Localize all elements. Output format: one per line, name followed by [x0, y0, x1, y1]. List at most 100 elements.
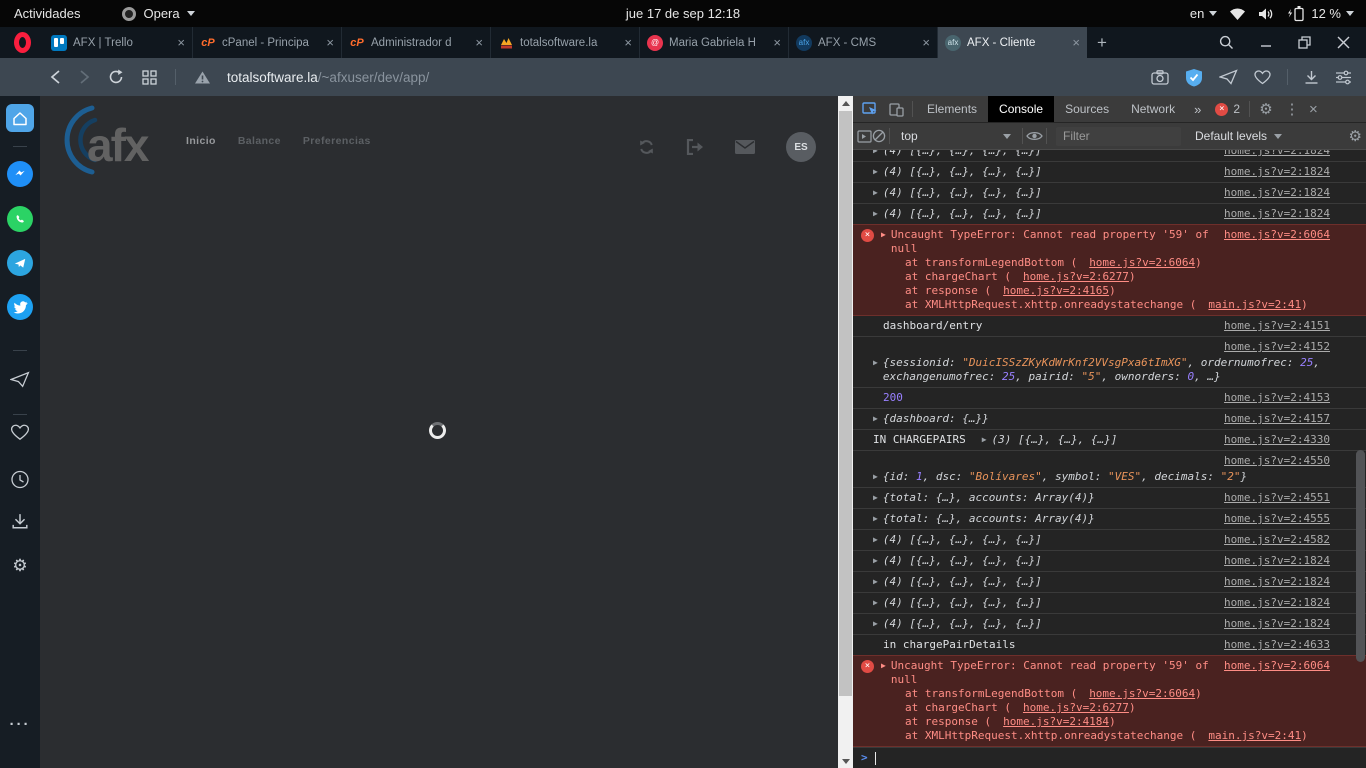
- source-link[interactable]: home.js?v=2:4551: [1212, 491, 1330, 505]
- console-row[interactable]: ▶(4) [{…}, {…}, {…}, {…}]home.js?v=2:182…: [853, 150, 1366, 161]
- logout-icon[interactable]: [686, 139, 704, 155]
- source-link[interactable]: home.js?v=2:6064: [1212, 228, 1330, 256]
- console-scrollbar-thumb[interactable]: [1356, 450, 1365, 662]
- source-link[interactable]: home.js?v=2:1824: [1212, 554, 1330, 568]
- source-link[interactable]: home.js?v=2:4165: [991, 284, 1109, 297]
- refresh-icon[interactable]: [638, 139, 655, 155]
- afx-logo[interactable]: afx: [62, 104, 154, 178]
- console-row[interactable]: ▶{dashboard: {…}}home.js?v=2:4157: [853, 408, 1366, 429]
- nav-preferencias[interactable]: Preferencias: [303, 135, 371, 147]
- sidebar-messenger-button[interactable]: [7, 161, 33, 187]
- tab-afx-cliente-active[interactable]: afx AFX - Cliente ×: [938, 27, 1087, 58]
- source-link[interactable]: home.js?v=2:4151: [1212, 319, 1330, 333]
- bookmark-heart-icon[interactable]: [1254, 70, 1271, 85]
- expand-caret[interactable]: ▶: [873, 512, 878, 526]
- source-link[interactable]: home.js?v=2:1824: [1212, 186, 1330, 200]
- console-filter-input[interactable]: [1056, 127, 1181, 146]
- sidebar-my-flow-button[interactable]: [10, 371, 30, 388]
- scroll-up-arrow[interactable]: [838, 96, 853, 110]
- devtools-menu-dots-icon[interactable]: ⋮: [1279, 96, 1305, 122]
- source-link[interactable]: main.js?v=2:41: [1196, 298, 1301, 311]
- console-row[interactable]: ×▶Uncaught TypeError: Cannot read proper…: [853, 655, 1366, 747]
- vpn-shield-badge[interactable]: [1185, 68, 1203, 87]
- forward-button[interactable]: [79, 69, 90, 85]
- console-row[interactable]: home.js?v=2:4152▶{sessionid: "DuicISSzZK…: [853, 336, 1366, 387]
- source-link[interactable]: main.js?v=2:41: [1196, 729, 1301, 742]
- sidebar-downloads-button[interactable]: [12, 513, 29, 530]
- tab-close-icon[interactable]: ×: [177, 36, 185, 49]
- sidebar-history-button[interactable]: [11, 470, 30, 489]
- source-link[interactable]: home.js?v=2:4152: [1224, 340, 1330, 353]
- console-row[interactable]: ▶(4) [{…}, {…}, {…}, {…}]home.js?v=2:182…: [853, 613, 1366, 634]
- source-link[interactable]: home.js?v=2:6277: [1011, 270, 1129, 283]
- console-settings-gear-icon[interactable]: ⚙: [1349, 127, 1362, 145]
- window-minimize-button[interactable]: [1260, 37, 1272, 49]
- window-restore-button[interactable]: [1298, 36, 1311, 49]
- source-link[interactable]: home.js?v=2:6064: [1077, 256, 1195, 269]
- expand-caret[interactable]: ▶: [873, 596, 878, 610]
- devtools-tab-network[interactable]: Network: [1120, 96, 1186, 122]
- console-row[interactable]: ▶(4) [{…}, {…}, {…}, {…}]home.js?v=2:182…: [853, 203, 1366, 224]
- url-field[interactable]: totalsoftware.la/~afxuser/dev/app/: [227, 70, 429, 85]
- tab-cpanel-principal[interactable]: cP cPanel - Principa ×: [193, 27, 342, 58]
- expand-caret[interactable]: ▶: [873, 470, 878, 484]
- scroll-down-arrow[interactable]: [838, 754, 853, 768]
- console-row[interactable]: in chargePairDetailshome.js?v=2:4633: [853, 634, 1366, 655]
- source-link[interactable]: home.js?v=2:1824: [1212, 575, 1330, 589]
- expand-caret[interactable]: ▶: [873, 186, 878, 200]
- expand-caret[interactable]: ▶: [982, 433, 987, 447]
- live-expression-eye-icon[interactable]: [1026, 130, 1043, 142]
- inspect-element-icon[interactable]: [857, 96, 883, 122]
- source-link[interactable]: home.js?v=2:6064: [1212, 659, 1330, 687]
- devtools-tab-sources[interactable]: Sources: [1054, 96, 1120, 122]
- snapshot-camera-icon[interactable]: [1151, 70, 1169, 85]
- back-button[interactable]: [50, 69, 61, 85]
- sidebar-settings-button[interactable]: ⚙: [12, 557, 27, 574]
- console-sidebar-toggle-icon[interactable]: [857, 130, 872, 143]
- expand-caret[interactable]: ▶: [873, 150, 878, 158]
- opera-menu-button[interactable]: [0, 27, 44, 58]
- site-security-warning-icon[interactable]: [194, 70, 211, 85]
- source-link[interactable]: home.js?v=2:1824: [1212, 207, 1330, 221]
- nav-inicio[interactable]: Inicio: [186, 135, 216, 147]
- mail-icon[interactable]: [735, 140, 755, 154]
- language-badge[interactable]: ES: [786, 132, 816, 162]
- expand-caret[interactable]: ▶: [881, 659, 886, 687]
- console-row[interactable]: ▶(4) [{…}, {…}, {…}, {…}]home.js?v=2:182…: [853, 592, 1366, 613]
- tab-maria-gabriela[interactable]: @ Maria Gabriela H ×: [640, 27, 789, 58]
- source-link[interactable]: home.js?v=2:1824: [1212, 150, 1330, 158]
- tab-close-icon[interactable]: ×: [773, 36, 781, 49]
- expand-caret[interactable]: ▶: [873, 356, 878, 384]
- source-link[interactable]: home.js?v=2:4157: [1212, 412, 1330, 426]
- console-row[interactable]: ▶(4) [{…}, {…}, {…}, {…}]home.js?v=2:182…: [853, 161, 1366, 182]
- more-tabs-icon[interactable]: »: [1186, 102, 1209, 117]
- console-row[interactable]: dashboard/entryhome.js?v=2:4151: [853, 316, 1366, 336]
- console-row[interactable]: ▶(4) [{…}, {…}, {…}, {…}]home.js?v=2:182…: [853, 182, 1366, 203]
- source-link[interactable]: home.js?v=2:6064: [1077, 687, 1195, 700]
- keyboard-layout-indicator[interactable]: en: [1190, 6, 1204, 21]
- tab-afx-trello[interactable]: AFX | Trello ×: [44, 27, 193, 58]
- console-row[interactable]: ▶(4) [{…}, {…}, {…}, {…}]home.js?v=2:458…: [853, 529, 1366, 550]
- expand-caret[interactable]: ▶: [873, 554, 878, 568]
- app-menu[interactable]: Opera: [122, 6, 194, 21]
- nav-balance[interactable]: Balance: [238, 135, 281, 147]
- console-row[interactable]: IN CHARGEPAIRS▶(3) [{…}, {…}, {…}]home.j…: [853, 429, 1366, 450]
- sidebar-twitter-button[interactable]: [7, 294, 33, 320]
- system-status-area[interactable]: en 12 %: [1190, 5, 1354, 22]
- page-scrollbar[interactable]: [838, 96, 853, 768]
- console-row[interactable]: ▶(4) [{…}, {…}, {…}, {…}]home.js?v=2:182…: [853, 550, 1366, 571]
- source-link[interactable]: home.js?v=2:4633: [1212, 638, 1330, 652]
- console-error-badge[interactable]: × 2: [1209, 102, 1246, 116]
- source-link[interactable]: home.js?v=2:4582: [1212, 533, 1330, 547]
- tab-close-icon[interactable]: ×: [1072, 36, 1080, 49]
- expand-caret[interactable]: ▶: [873, 165, 878, 179]
- speed-dial-icon[interactable]: [142, 70, 157, 85]
- clear-console-icon[interactable]: [872, 129, 886, 143]
- device-toolbar-icon[interactable]: [883, 96, 909, 122]
- devtools-settings-gear-icon[interactable]: ⚙: [1253, 96, 1279, 122]
- source-link[interactable]: home.js?v=2:4330: [1212, 433, 1330, 447]
- new-tab-button[interactable]: +: [1087, 27, 1117, 58]
- tab-search-icon[interactable]: [1219, 35, 1234, 50]
- source-link[interactable]: home.js?v=2:4184: [991, 715, 1109, 728]
- window-close-button[interactable]: [1337, 36, 1350, 49]
